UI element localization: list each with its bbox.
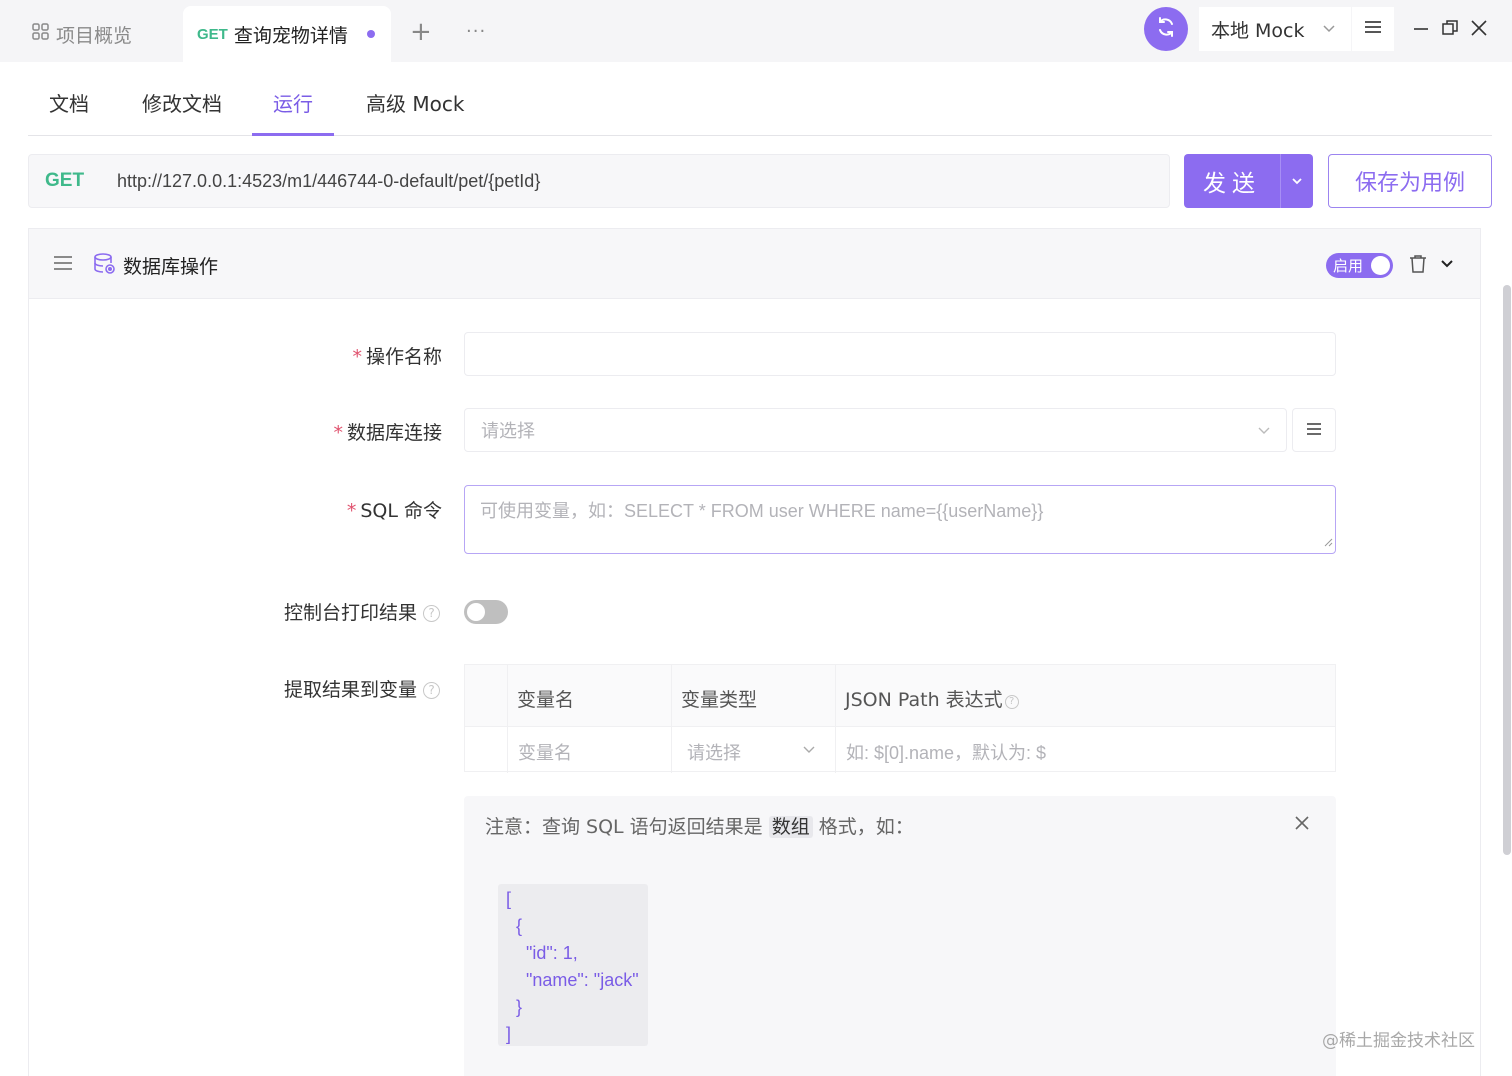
tab-label: 查询宠物详情 — [233, 24, 348, 47]
column-divider — [507, 665, 508, 773]
op-name-label: * 操作名称 — [352, 346, 442, 368]
col-var-type: 变量类型 — [681, 689, 758, 711]
grid-icon — [32, 22, 50, 46]
notice-text: 注意：查询 SQL 语句返回结果是 数组 格式，如： — [485, 816, 914, 838]
col-json-path: JSON Path 表达式? — [845, 685, 1019, 712]
subtabs: 文档 修改文档 运行 高级 Mock — [28, 62, 1492, 136]
db-conn-placeholder: 请选择 — [481, 421, 535, 441]
toggle-knob — [1371, 256, 1390, 275]
help-icon[interactable]: ? — [423, 605, 440, 622]
tab-edit-docs[interactable]: 修改文档 — [142, 88, 222, 117]
tab-label: 项目概览 — [56, 24, 133, 47]
active-tab-indicator — [252, 133, 334, 136]
save-as-case-button[interactable]: 保存为用例 — [1328, 154, 1492, 208]
console-print-toggle[interactable] — [464, 600, 508, 624]
tab-project-overview[interactable]: 项目概览 — [32, 20, 132, 48]
chevron-down-icon — [801, 741, 817, 761]
enable-toggle[interactable]: 启用 — [1326, 253, 1393, 278]
required-marker: * — [333, 422, 343, 444]
sql-result-notice: 注意：查询 SQL 语句返回结果是 数组 格式，如： [ { "id": 1, … — [464, 796, 1336, 1076]
op-name-input[interactable] — [464, 332, 1336, 376]
extract-vars-table: 变量名 变量类型 JSON Path 表达式? 变量名 请选择 如: $[0].… — [464, 664, 1336, 773]
db-conn-select[interactable]: 请选择 — [464, 408, 1287, 452]
chevron-down-icon — [1292, 178, 1302, 185]
trash-icon[interactable] — [1409, 254, 1427, 278]
drag-handle-icon[interactable] — [53, 255, 73, 275]
enable-label: 启用 — [1333, 257, 1364, 275]
var-type-select[interactable]: 请选择 — [687, 739, 741, 765]
request-url[interactable]: http://127.0.0.1:4523/m1/446744-0-defaul… — [117, 171, 540, 192]
col-var-name: 变量名 — [517, 689, 575, 711]
send-options-button[interactable] — [1280, 154, 1313, 208]
help-icon[interactable]: ? — [1004, 695, 1019, 709]
tab-advanced-mock[interactable]: 高级 Mock — [366, 88, 464, 117]
sql-textarea[interactable]: 可使用变量，如：SELECT * FROM user WHERE name={{… — [464, 485, 1336, 554]
restore-icon[interactable] — [1439, 17, 1461, 39]
chevron-down-icon — [1256, 422, 1272, 442]
extract-vars-label: 提取结果到变量? — [240, 675, 440, 702]
panel-header: 数据库操作 启用 — [29, 229, 1480, 299]
request-method[interactable]: GET — [45, 170, 117, 192]
tab-docs[interactable]: 文档 — [49, 88, 89, 117]
method-badge: GET — [197, 25, 228, 43]
console-print-label: 控制台打印结果? — [240, 598, 440, 625]
close-window-icon[interactable] — [1468, 17, 1490, 39]
hamburger-icon — [1363, 19, 1383, 39]
tab-query-pet-detail[interactable]: GET 查询宠物详情 — [183, 6, 391, 62]
chevron-down-icon[interactable] — [1439, 256, 1455, 276]
sql-label: * SQL 命令 — [346, 500, 442, 522]
column-divider — [835, 665, 836, 773]
minimize-icon[interactable] — [1410, 17, 1432, 39]
db-conn-manage-button[interactable] — [1292, 408, 1336, 452]
hamburger-icon — [1306, 421, 1322, 440]
add-tab-button[interactable]: + — [410, 18, 432, 46]
sql-placeholder: 可使用变量，如：SELECT * FROM user WHERE name={{… — [480, 501, 1044, 521]
db-conn-label: * 数据库连接 — [333, 422, 442, 444]
environment-select[interactable]: 本地 Mock — [1199, 7, 1351, 51]
environment-value: 本地 Mock — [1211, 19, 1305, 42]
chevron-down-icon — [1321, 19, 1337, 41]
send-button-group: 发送 — [1184, 154, 1313, 208]
var-name-input[interactable]: 变量名 — [518, 739, 572, 765]
table-header: 变量名 变量类型 JSON Path 表达式? — [465, 665, 1335, 727]
highlight-text: 数组 — [768, 816, 813, 838]
tab-bar: 项目概览 GET 查询宠物详情 + ··· 本地 Mock — [0, 0, 1512, 62]
required-marker: * — [352, 346, 362, 368]
tab-run[interactable]: 运行 — [273, 88, 313, 117]
required-marker: * — [346, 500, 357, 522]
more-tabs-button[interactable]: ··· — [466, 18, 486, 46]
watermark: @稀土掘金技术社区 — [1322, 1031, 1475, 1051]
panel-title: 数据库操作 — [123, 256, 219, 278]
sync-button[interactable] — [1144, 7, 1188, 51]
database-icon — [93, 253, 117, 279]
toggle-knob — [467, 603, 485, 621]
sync-icon — [1155, 16, 1177, 42]
code-example: [ { "id": 1, "name": "jack" } ] — [498, 884, 648, 1046]
json-path-input[interactable]: 如: $[0].name，默认为: $ — [846, 739, 1046, 765]
close-icon[interactable] — [1294, 815, 1310, 835]
request-url-bar[interactable]: GET http://127.0.0.1:4523/m1/446744-0-de… — [28, 154, 1170, 208]
unsaved-dot-icon — [367, 30, 375, 38]
send-button[interactable]: 发送 — [1184, 164, 1280, 198]
scrollbar-thumb[interactable] — [1503, 285, 1511, 855]
column-divider — [671, 665, 672, 773]
help-icon[interactable]: ? — [423, 682, 440, 699]
environment-menu-button[interactable] — [1352, 7, 1394, 51]
resize-handle-icon[interactable] — [1323, 532, 1333, 551]
